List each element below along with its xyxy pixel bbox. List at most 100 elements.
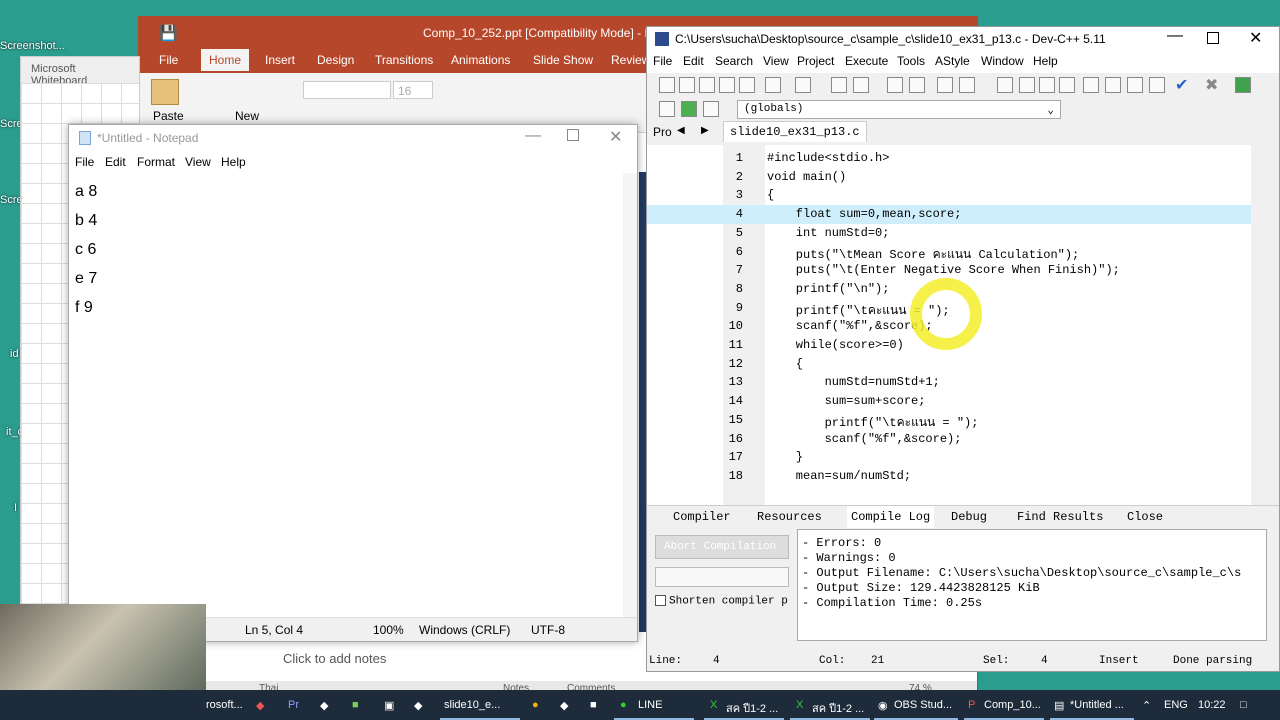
new-file-icon[interactable]: [659, 77, 675, 93]
taskbar-item-ppt-box[interactable]: P Comp_10...: [964, 690, 1044, 720]
tray-chevron-up-icon[interactable]: ⌃: [1142, 699, 1151, 712]
tab-insert[interactable]: Insert: [265, 53, 295, 67]
menu-search[interactable]: Search: [715, 54, 753, 68]
close-all-icon[interactable]: [765, 77, 781, 93]
taskbar-item-obs[interactable]: OBS Stud...: [894, 699, 952, 711]
tab-scroll-left-icon[interactable]: ◀: [677, 125, 685, 136]
tab-transitions[interactable]: Transitions: [375, 53, 433, 67]
back-icon[interactable]: [997, 77, 1013, 93]
run-icon[interactable]: [1105, 77, 1121, 93]
code-line[interactable]: 16 scanf("%f",&score);: [647, 430, 1259, 449]
menu-project[interactable]: Project: [797, 54, 834, 68]
maximize-icon[interactable]: [1207, 32, 1219, 44]
new-class-icon[interactable]: [659, 101, 675, 117]
language-indicator[interactable]: ENG: [1164, 699, 1188, 711]
menu-edit[interactable]: Edit: [105, 155, 126, 169]
compile-run-icon[interactable]: [1127, 77, 1143, 93]
minimize-icon[interactable]: —: [525, 127, 541, 145]
taskbar-item-ppt[interactable]: Comp_10...: [984, 699, 1041, 711]
tab-debug[interactable]: Debug: [951, 510, 987, 524]
open-file-icon[interactable]: [679, 77, 695, 93]
save-icon[interactable]: 💾: [159, 24, 178, 42]
taskbar-icon-6[interactable]: ◆: [560, 699, 568, 712]
taskbar-item-notepad[interactable]: *Untitled ...: [1070, 699, 1124, 711]
taskbar-item-excel-2-box[interactable]: X สค ปี1-2 ...: [790, 690, 870, 720]
notification-icon[interactable]: □: [1240, 699, 1247, 711]
tab-compile-log[interactable]: Compile Log: [847, 506, 935, 528]
checkbox-box[interactable]: [655, 595, 666, 606]
goto-bookmark-icon[interactable]: [1059, 77, 1075, 93]
new-slide-button[interactable]: New: [235, 109, 259, 123]
menu-tools[interactable]: Tools: [897, 54, 925, 68]
taskbar-item-whiteboard[interactable]: rosoft...: [206, 699, 243, 711]
taskbar-item-line-box[interactable]: ● LINE: [614, 690, 694, 720]
code-line[interactable]: 3{: [647, 186, 1259, 205]
taskbar-icon-7[interactable]: ■: [590, 699, 597, 711]
minimize-icon[interactable]: —: [1167, 27, 1183, 45]
taskbar-icon-1[interactable]: ◆: [256, 699, 264, 712]
taskbar-item-excel-1[interactable]: สค ปี1-2 ...: [726, 699, 778, 717]
menu-format[interactable]: Format: [137, 155, 175, 169]
compile-icon[interactable]: [1083, 77, 1099, 93]
goto-icon[interactable]: [681, 101, 697, 117]
menu-file[interactable]: File: [653, 54, 672, 68]
taskbar-item-devcpp-box[interactable]: slide10_e...: [440, 690, 520, 720]
tab-scroll-right-icon[interactable]: ▶: [701, 125, 709, 136]
menu-help[interactable]: Help: [221, 155, 246, 169]
menu-edit[interactable]: Edit: [683, 54, 704, 68]
close-file-icon[interactable]: [739, 77, 755, 93]
compile-log-output[interactable]: - Errors: 0- Warnings: 0- Output Filenam…: [797, 529, 1267, 641]
tab-animations[interactable]: Animations: [451, 53, 510, 67]
unindent-icon[interactable]: [959, 77, 975, 93]
forward-icon[interactable]: [1019, 77, 1035, 93]
code-line[interactable]: 17 }: [647, 448, 1259, 467]
scope-dropdown[interactable]: (globals) ⌄: [737, 100, 1061, 119]
paste-button[interactable]: Paste: [153, 109, 184, 123]
redo-icon[interactable]: [853, 77, 869, 93]
menu-view[interactable]: View: [185, 155, 211, 169]
tab-compiler[interactable]: Compiler: [673, 510, 731, 524]
clock[interactable]: 10:22: [1198, 699, 1226, 711]
code-line[interactable]: 15 printf("\tคะแนน = ");: [647, 411, 1259, 430]
code-line[interactable]: 13 numStd=numStd+1;: [647, 373, 1259, 392]
undo-icon[interactable]: [831, 77, 847, 93]
code-line[interactable]: 2 void main(): [647, 168, 1259, 187]
taskbar-icon-4[interactable]: ▣: [384, 699, 394, 712]
menu-help[interactable]: Help: [1033, 54, 1058, 68]
code-line[interactable]: 5 int numStd=0;: [647, 224, 1259, 243]
code-line[interactable]: 1 #include<stdio.h>: [647, 149, 1259, 168]
font-size-field[interactable]: 16: [393, 81, 433, 99]
notes-pane[interactable]: Click to add notes: [259, 641, 639, 677]
taskbar-icon-2[interactable]: ◆: [320, 699, 328, 712]
chart-icon[interactable]: [1235, 77, 1251, 93]
taskbar-item-excel-2[interactable]: สค ปี1-2 ...: [812, 699, 864, 717]
tab-find-results[interactable]: Find Results: [1017, 510, 1103, 524]
project-tab[interactable]: Pro: [653, 125, 672, 139]
tab-home[interactable]: Home: [201, 49, 250, 71]
taskbar-item-line[interactable]: LINE: [638, 699, 662, 711]
shorten-compiler-paths-checkbox[interactable]: Shorten compiler p: [655, 595, 795, 613]
menu-execute[interactable]: Execute: [845, 54, 888, 68]
stop-icon[interactable]: ✖: [1205, 75, 1218, 95]
taskbar-icon-5[interactable]: ◆: [414, 699, 422, 712]
menu-astyle[interactable]: AStyle: [935, 54, 970, 68]
maximize-icon[interactable]: [567, 129, 579, 141]
code-line[interactable]: 12 {: [647, 355, 1259, 374]
toggle-bookmark-icon[interactable]: [1039, 77, 1055, 93]
tab-resources[interactable]: Resources: [757, 510, 822, 524]
taskbar-item-obs-box[interactable]: ◉ OBS Stud...: [874, 690, 958, 720]
close-icon[interactable]: ✕: [609, 127, 622, 147]
taskbar-item-excel-1-box[interactable]: X สค ปี1-2 ...: [704, 690, 784, 720]
code-line[interactable]: 4 float sum=0,mean,score;: [647, 205, 1259, 225]
premiere-icon[interactable]: Pr: [288, 699, 299, 711]
save-icon[interactable]: [699, 77, 715, 93]
menu-file[interactable]: File: [75, 155, 94, 169]
tab-slide-show[interactable]: Slide Show: [533, 53, 593, 67]
abort-compilation-button[interactable]: Abort Compilation: [655, 535, 789, 559]
replace-icon[interactable]: [909, 77, 925, 93]
desktop-icon-screenshot[interactable]: Screenshot...: [0, 40, 70, 52]
check-icon[interactable]: ✔: [1175, 75, 1188, 95]
file-tab-active[interactable]: slide10_ex31_p13.c: [723, 121, 867, 142]
editor-scrollbar[interactable]: [1251, 145, 1267, 515]
notepad-text-area[interactable]: a 8 b 4 c 6 e 7 f 9: [75, 177, 97, 322]
